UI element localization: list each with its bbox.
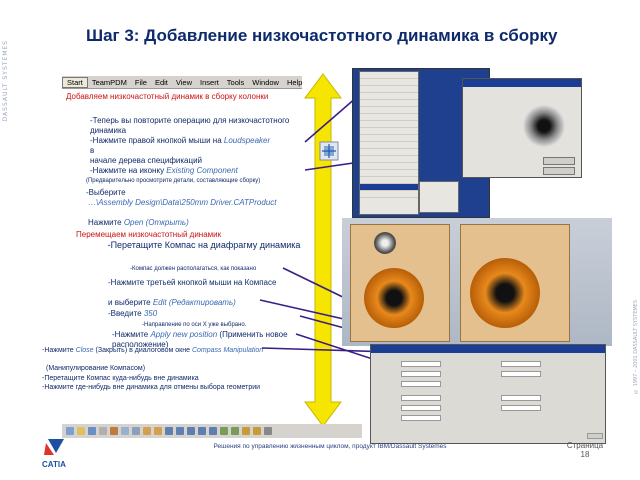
shading-icon[interactable]	[242, 427, 250, 435]
catia-logo-text: CATIA	[42, 460, 66, 469]
speaker-preview-icon	[523, 105, 565, 147]
dialog-field[interactable]	[501, 405, 541, 411]
page-number-block: Страница 18	[560, 441, 610, 459]
page-label: Страница	[566, 441, 604, 450]
dialog-field[interactable]	[401, 381, 441, 387]
cut-icon[interactable]	[110, 427, 118, 435]
swap-icon[interactable]	[264, 427, 272, 435]
page-number: 18	[580, 450, 590, 459]
dialog-field[interactable]	[501, 371, 541, 377]
dialog-field[interactable]	[401, 371, 441, 377]
speaker-cabinets-view	[342, 218, 612, 346]
cancel-button[interactable]	[543, 167, 575, 175]
open-icon[interactable]	[77, 427, 85, 435]
woofer-left	[364, 268, 424, 328]
footer: Решения по управлению жизненным циклом, …	[213, 443, 447, 450]
new-icon[interactable]	[66, 427, 74, 435]
fit-all-icon[interactable]	[165, 427, 173, 435]
normal-view-icon[interactable]	[220, 427, 228, 435]
insert-submenu	[419, 181, 459, 213]
catia-logo: CATIA	[42, 439, 66, 469]
paste-icon[interactable]	[132, 427, 140, 435]
copy-icon[interactable]	[121, 427, 129, 435]
pan-icon[interactable]	[176, 427, 184, 435]
rotate-icon[interactable]	[187, 427, 195, 435]
context-menu	[359, 71, 419, 215]
dialog-field[interactable]	[401, 395, 441, 401]
insert-component-dialog	[462, 78, 582, 178]
woofer-right	[470, 258, 540, 328]
compass-manipulation-dialog	[370, 344, 606, 444]
dialog-field[interactable]	[401, 415, 441, 421]
dialog-field[interactable]	[501, 395, 541, 401]
dialog-field[interactable]	[501, 361, 541, 367]
tweeter-left	[374, 232, 396, 254]
hide-show-icon[interactable]	[253, 427, 261, 435]
dialog-titlebar	[463, 79, 581, 87]
redo-icon[interactable]	[154, 427, 162, 435]
close-dialog-button[interactable]	[587, 433, 603, 439]
zoom-in-icon[interactable]	[198, 427, 206, 435]
dialog-field[interactable]	[401, 405, 441, 411]
multi-view-icon[interactable]	[231, 427, 239, 435]
zoom-out-icon[interactable]	[209, 427, 217, 435]
undo-icon[interactable]	[143, 427, 151, 435]
print-icon[interactable]	[99, 427, 107, 435]
open-button[interactable]	[543, 157, 575, 165]
save-icon[interactable]	[88, 427, 96, 435]
dialog-field[interactable]	[401, 361, 441, 367]
compass-dialog-titlebar	[371, 345, 605, 353]
catia-toolbar	[62, 424, 362, 438]
